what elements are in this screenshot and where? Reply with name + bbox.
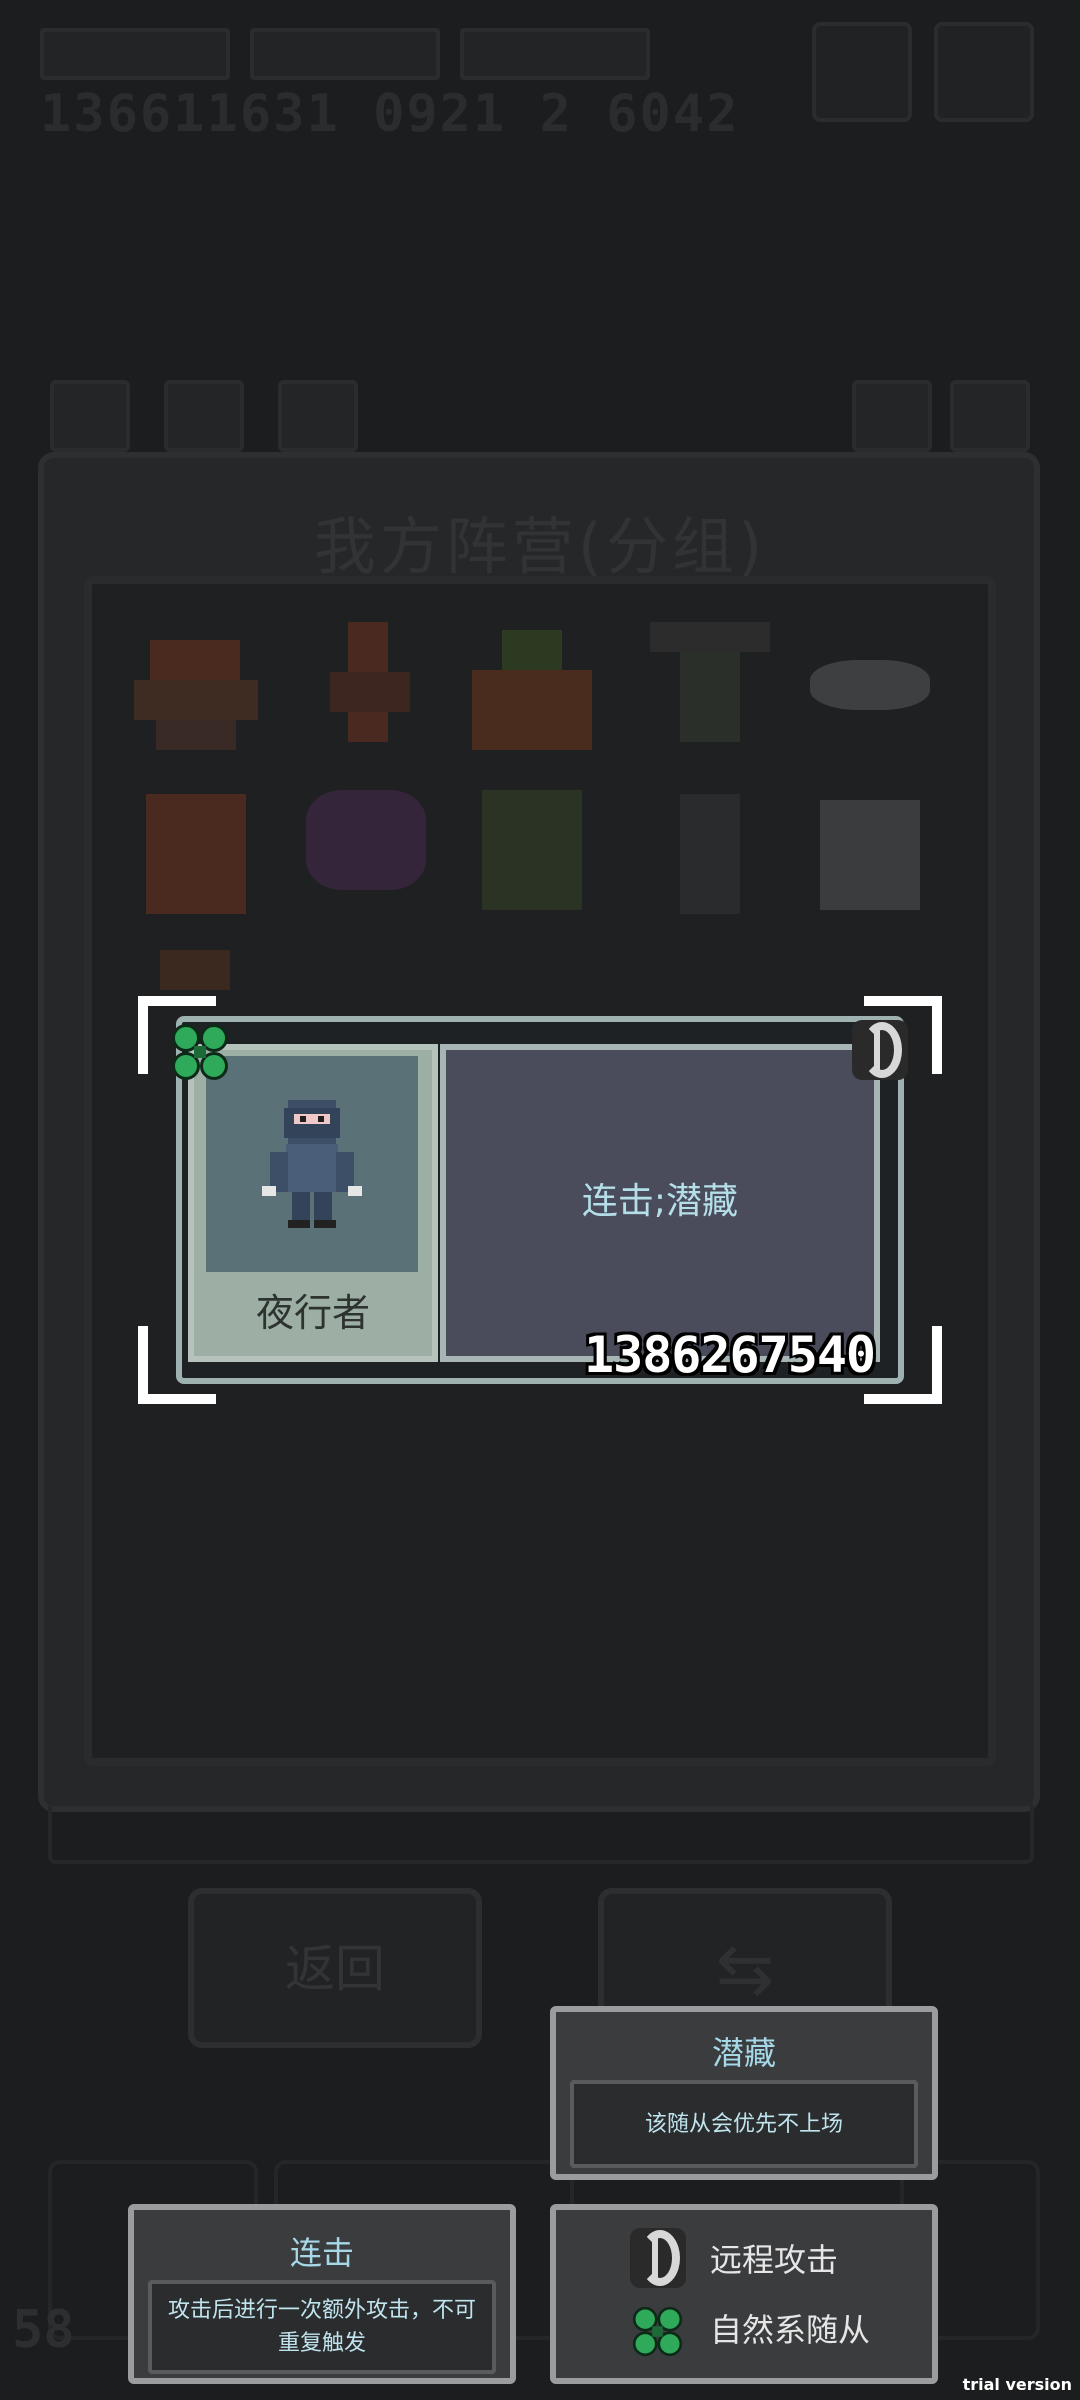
unit-slot-4[interactable] [640,612,780,752]
unit-slot-10[interactable] [800,780,940,920]
ninja-sprite [262,1100,362,1228]
unit-slot-6[interactable] [126,784,266,924]
filter-tab-3[interactable] [278,380,358,452]
unit-slot-2[interactable] [300,612,440,752]
filter-tab-2[interactable] [164,380,244,452]
unit-skills: 连击;潜藏 [581,1181,739,1222]
unit-slot-8[interactable] [462,780,602,920]
corner-value: 58 [12,2300,75,2360]
unit-slot-5[interactable] [800,620,940,760]
tag-nature-minion: 自然系随从 [630,2298,870,2358]
top-stat-2 [250,28,440,80]
back-button[interactable]: 返回 [188,1888,482,2048]
tooltip-stealth-title: 潜藏 [711,2034,776,2072]
top-resource-numbers: 136611631 0921 2 6042 [40,84,740,144]
top-menu-button-2[interactable] [934,22,1034,122]
top-menu-button-1[interactable] [812,22,912,122]
unit-slot-7[interactable] [296,780,436,920]
unit-slot-9[interactable] [640,784,780,924]
tooltip-combo: 连击 攻击后进行一次额外攻击，不可重复触发 [128,2204,516,2384]
tooltip-combo-body: 攻击后进行一次额外攻击，不可重复触发 [148,2280,496,2374]
clover-icon [629,2303,683,2357]
trial-watermark: trial version [962,2375,1072,2394]
filter-tab-1[interactable] [50,380,130,452]
tag-nature-label: 自然系随从 [710,2311,871,2349]
tag-ranged-label: 远程攻击 [710,2241,839,2279]
unit-slot-3[interactable] [462,620,602,760]
bow-icon [852,1020,908,1080]
unit-portrait [206,1056,418,1272]
clover-icon [168,1020,232,1084]
filter-tab-5[interactable] [950,380,1030,452]
unit-slot-1[interactable] [126,620,266,760]
back-button-label: 返回 [285,1940,385,1998]
bow-icon [630,2228,686,2288]
top-stat-3 [460,28,650,80]
panel-title: 我方阵营(分组) [313,510,767,583]
tooltip-stealth: 潜藏 该随从会优先不上场 [550,2006,938,2180]
filter-tab-4[interactable] [852,380,932,452]
tooltip-stealth-body: 该随从会优先不上场 [570,2080,918,2168]
tooltip-combo-title: 连击 [289,2234,354,2272]
bottom-bar [48,1800,1034,1864]
top-stat-1 [40,28,230,80]
unit-name: 夜行者 [255,1291,370,1335]
unit-id: 1386267540 [584,1326,876,1384]
tag-ranged-attack: 远程攻击 [630,2228,838,2288]
